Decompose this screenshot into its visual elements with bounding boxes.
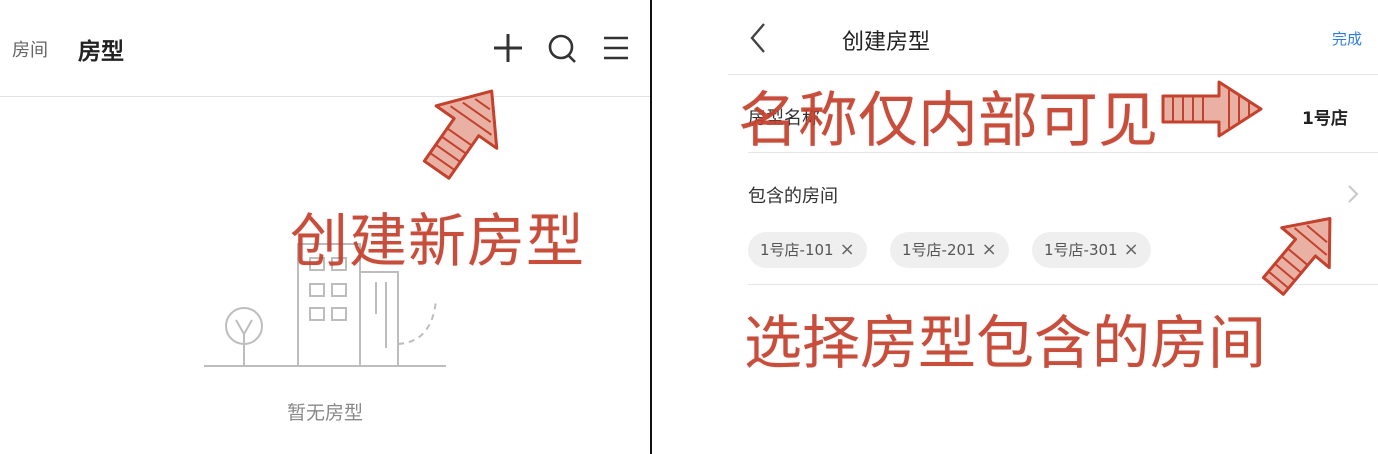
room-chip[interactable]: 1号店-301 × (1032, 232, 1151, 268)
create-room-type-screen: 创建房型 完成 房型名称 1号店 包含的房间 1号店-101 × 1号店-201 ×… (652, 0, 1378, 454)
room-chip-label: 1号店-301 (1044, 241, 1118, 259)
room-chip[interactable]: 1号店-101 × (748, 232, 867, 268)
top-bar: 房间 房型 (0, 0, 650, 97)
annotation-select-rooms: 选择房型包含的房间 (744, 309, 1267, 377)
close-icon[interactable]: × (982, 232, 997, 268)
close-icon[interactable]: × (1124, 232, 1139, 268)
room-type-name-field[interactable]: 1号店 (1302, 104, 1348, 129)
annotation-arrow-up-icon (408, 78, 518, 186)
screenshot-canvas: 房间 房型 暂无房型 创建新房型 创建房型 完成 房型名称 1号店 包含的房间 … (0, 0, 1378, 454)
plus-icon[interactable] (490, 30, 526, 66)
top-bar: 创建房型 完成 (652, 0, 1378, 74)
close-icon[interactable]: × (840, 232, 855, 268)
menu-icon[interactable] (598, 30, 634, 66)
empty-state-message: 暂无房型 (286, 402, 363, 424)
included-rooms-label: 包含的房间 (748, 186, 838, 207)
chevron-left-icon (750, 23, 765, 53)
tab-rooms[interactable]: 房间 (12, 36, 48, 62)
room-type-list-screen: 房间 房型 暂无房型 创建新房型 (0, 0, 650, 454)
chevron-right-icon[interactable] (1346, 182, 1360, 206)
room-chip-label: 1号店-201 (902, 241, 976, 259)
room-chip[interactable]: 1号店-201 × (890, 232, 1009, 268)
annotation-name-visibility: 名称仅内部可见 (738, 86, 1158, 156)
annotation-create-room-type: 创建新房型 (290, 207, 586, 275)
search-icon[interactable] (545, 30, 581, 66)
back-button[interactable] (744, 20, 774, 56)
annotation-arrow-right-icon (1157, 78, 1267, 140)
tab-room-types[interactable]: 房型 (78, 32, 124, 66)
page-title: 创建房型 (842, 30, 931, 55)
room-chip-label: 1号店-101 (760, 241, 834, 259)
annotation-arrow-up-icon (1256, 206, 1346, 300)
done-button[interactable]: 完成 (1332, 28, 1362, 49)
